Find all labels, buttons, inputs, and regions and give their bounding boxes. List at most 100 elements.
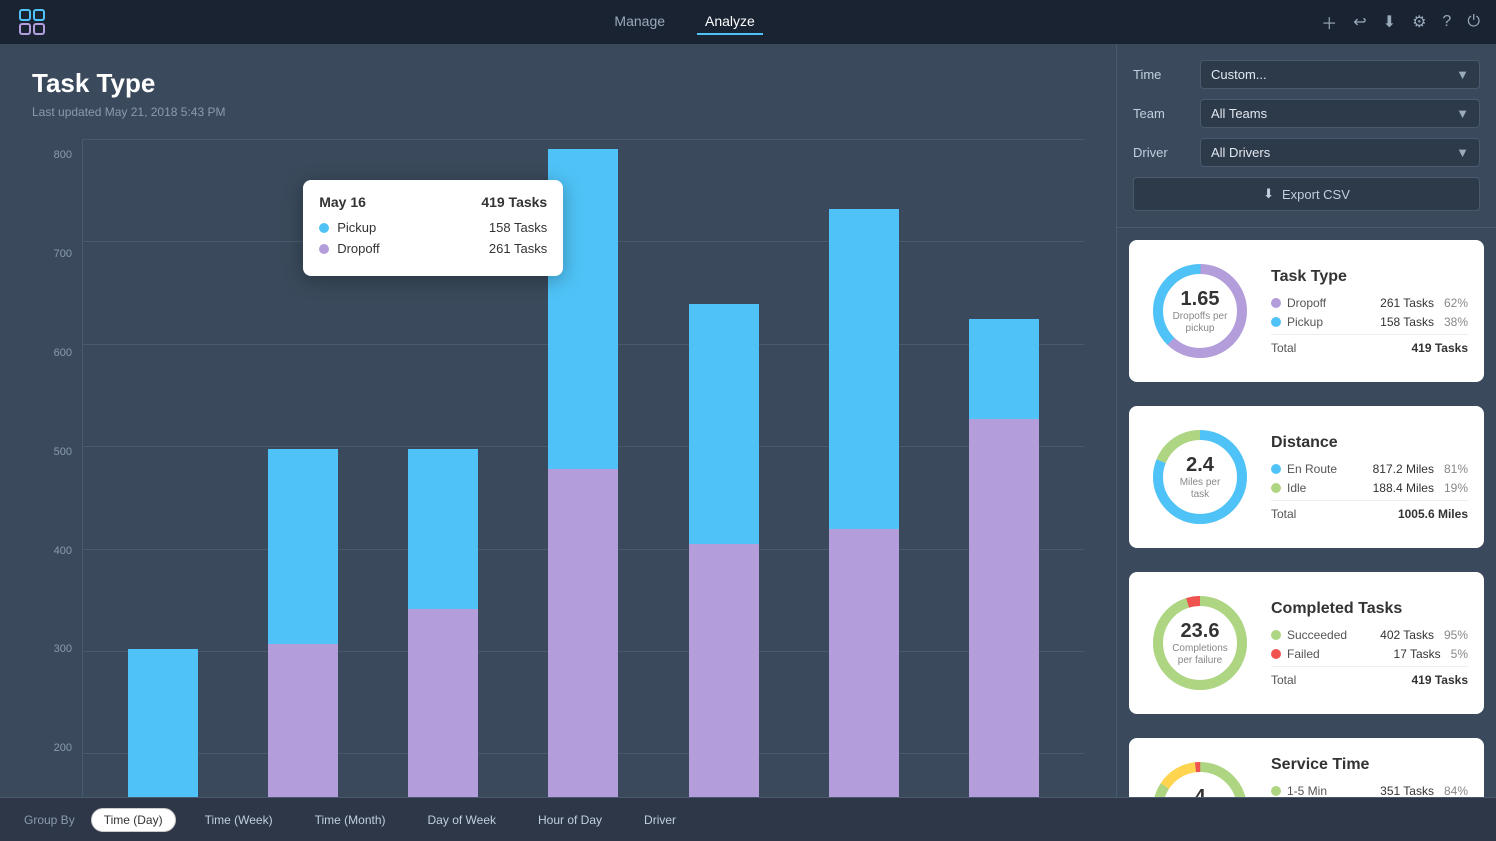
filter-section: Time Custom... ▼ Team All Teams ▼ Driver… [1117, 44, 1496, 228]
groupby-label: Group By [24, 813, 75, 827]
failed-count: 17 Tasks [1394, 647, 1441, 661]
tooltip-dropoff-dot [319, 244, 329, 254]
y-axis: 800 700 600 500 400 300 200 100 0 [32, 139, 82, 797]
export-csv-button[interactable]: ⬇ Export CSV [1133, 177, 1480, 211]
tooltip-pickup-dot [319, 223, 329, 233]
driver-filter-select[interactable]: All Drivers ▼ [1200, 138, 1480, 167]
time-filter-label: Time [1133, 67, 1188, 82]
chart-subtitle: Last updated May 21, 2018 5:43 PM [32, 105, 1084, 119]
time-select-arrow: ▼ [1456, 67, 1469, 82]
add-icon[interactable]: ＋ [1321, 10, 1337, 34]
nav-manage[interactable]: Manage [606, 9, 673, 35]
service-center: 4 Minutes pertask [1174, 785, 1226, 797]
chart-container: 800 700 600 500 400 300 200 100 0 [32, 139, 1084, 797]
completed-total-value: 419 Tasks [1412, 673, 1469, 687]
groupby-time-week[interactable]: Time (Week) [192, 808, 286, 832]
bar-may17[interactable] [403, 449, 483, 797]
y-label-600: 600 [54, 347, 72, 359]
y-label-500: 500 [54, 446, 72, 458]
task-type-label: Dropoffs perpickup [1173, 311, 1228, 335]
export-icon: ⬇ [1263, 186, 1274, 202]
completed-row: 23.6 Completionsper failure Completed Ta… [1145, 588, 1468, 698]
bar-may15[interactable] [123, 649, 203, 797]
task-type-center: 1.65 Dropoffs perpickup [1173, 287, 1228, 335]
failed-name: Failed [1287, 647, 1388, 661]
stat-1-5min: 1-5 Min 351 Tasks 84% [1271, 784, 1468, 797]
distance-label: Miles pertask [1180, 477, 1221, 501]
logo[interactable] [16, 6, 48, 38]
time-filter-value: Custom... [1211, 67, 1267, 82]
failed-pct: 5% [1451, 647, 1468, 661]
completed-total: Total 419 Tasks [1271, 666, 1468, 687]
distance-total-label: Total [1271, 507, 1296, 521]
team-filter-select[interactable]: All Teams ▼ [1200, 99, 1480, 128]
service-time-card: 4 Minutes pertask Service Time 1-5 Min 3… [1129, 738, 1484, 797]
logout-icon[interactable]: ⏻ [1467, 13, 1480, 31]
pickup-stat-count: 158 Tasks [1380, 315, 1434, 329]
task-type-value: 1.65 [1173, 287, 1228, 311]
tooltip-pickup-value: 158 Tasks [489, 220, 547, 235]
distance-total: Total 1005.6 Miles [1271, 500, 1468, 521]
idle-pct: 19% [1444, 481, 1468, 495]
service-row: 4 Minutes pertask Service Time 1-5 Min 3… [1145, 754, 1468, 797]
enroute-dot [1271, 464, 1281, 474]
nav-analyze[interactable]: Analyze [697, 9, 763, 35]
team-filter-row: Team All Teams ▼ [1133, 99, 1480, 128]
groupby-hour-of-day[interactable]: Hour of Day [525, 808, 615, 832]
groupby-time-day[interactable]: Time (Day) [91, 808, 176, 832]
groupby-bar: Group By Time (Day) Time (Week) Time (Mo… [0, 797, 1496, 841]
bar-may20[interactable] [824, 209, 904, 797]
y-label-200: 200 [54, 742, 72, 754]
stat-idle: Idle 188.4 Miles 19% [1271, 481, 1468, 495]
dropoff-stat-count: 261 Tasks [1380, 296, 1434, 310]
tooltip-header: May 16 419 Tasks [319, 194, 547, 210]
main-layout: Task Type Last updated May 21, 2018 5:43… [0, 44, 1496, 797]
bars-area: May 16 419 Tasks Pickup 158 Tasks [82, 139, 1084, 797]
pickup-stat-dot [1271, 317, 1281, 327]
groupby-day-of-week[interactable]: Day of Week [415, 808, 509, 832]
completed-value: 23.6 [1172, 619, 1228, 643]
completed-tasks-card: 23.6 Completionsper failure Completed Ta… [1129, 572, 1484, 714]
idle-dot [1271, 483, 1281, 493]
completed-details: Completed Tasks Succeeded 402 Tasks 95% … [1271, 600, 1468, 687]
download-icon[interactable]: ⬇ [1383, 12, 1396, 32]
import-icon[interactable]: ↩ [1353, 12, 1366, 32]
team-filter-label: Team [1133, 106, 1188, 121]
distance-center: 2.4 Miles pertask [1180, 453, 1221, 501]
distance-row: 2.4 Miles pertask Distance En Route 817.… [1145, 422, 1468, 532]
completed-center: 23.6 Completionsper failure [1172, 619, 1228, 667]
bar-may21[interactable] [964, 319, 1044, 797]
distance-donut: 2.4 Miles pertask [1145, 422, 1255, 532]
distance-total-value: 1005.6 Miles [1398, 507, 1468, 521]
distance-value: 2.4 [1180, 453, 1221, 477]
team-filter-value: All Teams [1211, 106, 1267, 121]
pickup-stat-name: Pickup [1287, 315, 1374, 329]
service-title: Service Time [1271, 756, 1468, 774]
task-type-total-label: Total [1271, 341, 1296, 355]
groupby-driver[interactable]: Driver [631, 808, 689, 832]
tooltip-date: May 16 [319, 194, 366, 210]
help-icon[interactable]: ? [1442, 13, 1451, 31]
y-label-800: 800 [54, 149, 72, 161]
bar-may19[interactable] [684, 304, 764, 797]
service-donut: 4 Minutes pertask [1145, 754, 1255, 797]
service-value: 4 [1174, 785, 1226, 797]
export-label: Export CSV [1282, 187, 1350, 202]
tooltip-pickup-row: Pickup 158 Tasks [319, 220, 547, 235]
stat-failed: Failed 17 Tasks 5% [1271, 647, 1468, 661]
task-type-total-value: 419 Tasks [1412, 341, 1469, 355]
time-filter-select[interactable]: Custom... ▼ [1200, 60, 1480, 89]
right-panel: Time Custom... ▼ Team All Teams ▼ Driver… [1116, 44, 1496, 797]
stat-pickup: Pickup 158 Tasks 38% [1271, 315, 1468, 329]
groupby-time-month[interactable]: Time (Month) [302, 808, 399, 832]
settings-icon[interactable]: ⚙ [1412, 12, 1426, 32]
team-select-arrow: ▼ [1456, 106, 1469, 121]
bar-may16[interactable] [263, 449, 343, 797]
idle-name: Idle [1287, 481, 1367, 495]
task-type-details: Task Type Dropoff 261 Tasks 62% Pickup 1… [1271, 268, 1468, 355]
completed-label: Completionsper failure [1172, 643, 1228, 667]
driver-select-arrow: ▼ [1456, 145, 1469, 160]
tooltip-pickup-label: Pickup [337, 220, 481, 235]
pickup-stat-pct: 38% [1444, 315, 1468, 329]
idle-count: 188.4 Miles [1373, 481, 1434, 495]
